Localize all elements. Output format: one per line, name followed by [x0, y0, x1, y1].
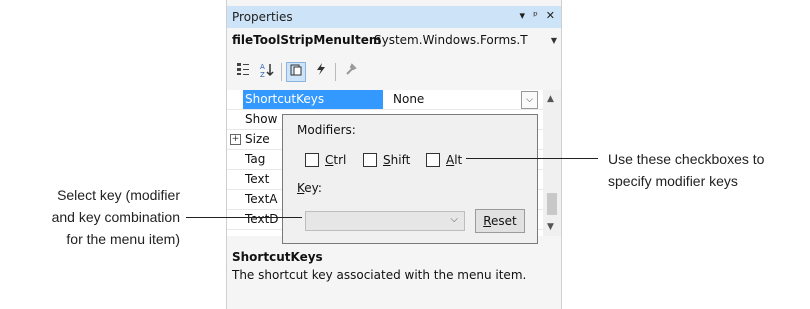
property-name: TextD [245, 212, 279, 226]
svg-text:A: A [260, 63, 265, 71]
vertical-scrollbar[interactable]: ▲ ▼ [543, 90, 561, 236]
ctrl-label: Ctrl [325, 153, 347, 167]
property-name: Size [245, 132, 270, 146]
scrollbar-thumb[interactable] [547, 193, 557, 215]
property-pages-icon[interactable] [341, 62, 361, 82]
categorized-icon[interactable] [233, 62, 253, 82]
description-title: ShortcutKeys [232, 250, 323, 264]
toolbar-separator [281, 63, 282, 81]
right-callout: Use these checkboxes to specify modifier… [608, 148, 764, 192]
object-selector[interactable]: fileToolStripMenuItem System.Windows.For… [227, 28, 561, 52]
checkbox-box[interactable] [363, 153, 377, 167]
shift-checkbox[interactable]: Shift [363, 153, 410, 167]
properties-icon[interactable] [286, 62, 306, 82]
modifiers-label: Modifiers: [297, 123, 356, 137]
key-label: Key: [297, 181, 322, 195]
property-name: Tag [245, 152, 266, 166]
callout-line: specify modifier keys [608, 173, 738, 189]
callout-line: Select key (modifier [57, 187, 180, 203]
chevron-down-icon[interactable]: ⌵ [450, 214, 458, 225]
svg-text:Z: Z [260, 71, 265, 78]
chevron-down-icon[interactable]: ⌵ [521, 91, 538, 109]
close-icon[interactable]: ✕ [546, 9, 555, 22]
object-type: System.Windows.Forms.T [374, 33, 528, 47]
description-panel: ShortcutKeys The shortcut key associated… [227, 246, 561, 309]
title-bar-icons: ▾ ᵖ ✕ [520, 9, 555, 22]
property-name: Text [245, 172, 270, 186]
key-combobox[interactable]: ⌵ [305, 211, 465, 231]
right-callout-leader [466, 158, 598, 159]
property-row[interactable]: ShortcutKeys None ⌵ [227, 90, 543, 110]
property-name: Show [245, 112, 278, 126]
chevron-down-icon[interactable]: ▼ [551, 36, 557, 45]
checkbox-box[interactable] [305, 153, 319, 167]
property-name: TextA [245, 192, 278, 206]
title-bar: Properties ▾ ᵖ ✕ [227, 6, 561, 28]
chevron-down-icon[interactable]: ▾ [520, 9, 526, 22]
object-name: fileToolStripMenuItem [232, 33, 382, 47]
property-value[interactable]: None [393, 92, 424, 106]
reset-button[interactable]: Reset [475, 209, 525, 233]
toolbar-separator [335, 63, 336, 81]
property-name: ShortcutKeys [243, 90, 383, 109]
scroll-up-icon[interactable]: ▲ [547, 94, 554, 104]
callout-line: for the menu item) [66, 231, 180, 247]
window-title: Properties [232, 10, 293, 24]
scroll-down-icon[interactable]: ▼ [547, 222, 554, 232]
alt-checkbox[interactable]: Alt [426, 153, 462, 167]
ctrl-checkbox[interactable]: Ctrl [305, 153, 346, 167]
shift-label: Shift [383, 153, 411, 167]
callout-line: Use these checkboxes to [608, 151, 765, 167]
alphabetical-icon[interactable]: AZ [257, 62, 277, 82]
checkbox-box[interactable] [426, 153, 440, 167]
expand-icon[interactable]: + [230, 134, 241, 145]
alt-label: Alt [446, 153, 463, 167]
shortcut-keys-editor: Modifiers: Ctrl Shift Alt Key: ⌵ Reset [282, 114, 538, 244]
properties-toolbar: AZ [227, 54, 561, 90]
pin-icon[interactable]: ᵖ [533, 9, 538, 22]
events-icon[interactable] [311, 62, 331, 82]
left-callout-leader [186, 217, 302, 218]
left-callout: Select key (modifier and key combination… [14, 184, 180, 250]
callout-line: and key combination [51, 209, 180, 225]
description-text: The shortcut key associated with the men… [232, 268, 527, 282]
